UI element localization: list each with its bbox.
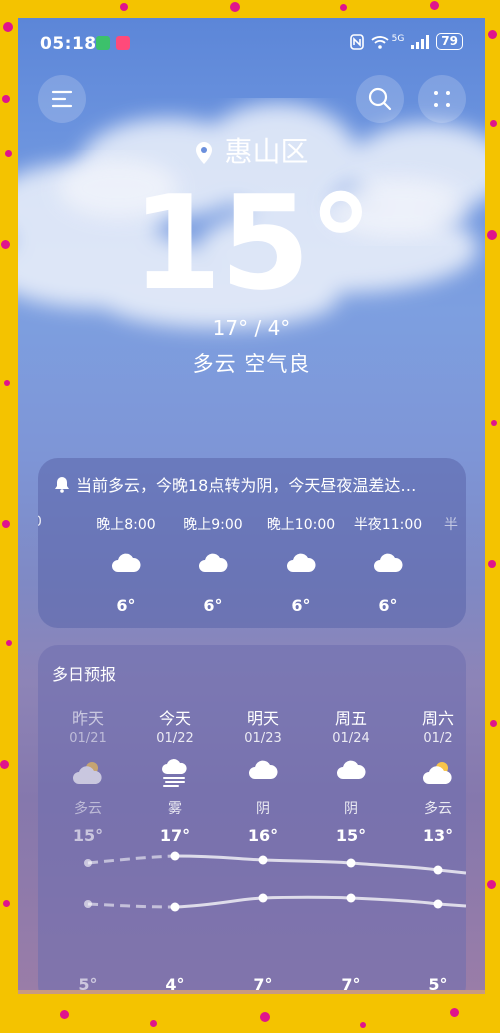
menu-icon (51, 90, 73, 108)
day-high: 17° (159, 826, 191, 845)
daily-item-today[interactable]: 今天 01/22 雾 17° (131, 705, 219, 845)
condition-air-quality[interactable]: 多云 空气良 (18, 348, 485, 378)
status-bar: 05:18 5G 79 (18, 18, 485, 64)
daily-forecast-card[interactable]: 多日预报 昨天 01/21 多云 15° 今天 01/22 雾 17° 明天 0… (38, 645, 466, 994)
low-temp-point (346, 893, 356, 903)
hourly-time: 00 (38, 514, 58, 530)
low-temp-point (84, 900, 92, 908)
day-name: 今天 (158, 709, 191, 728)
high-temp-point (346, 858, 356, 868)
cloud-icon (374, 553, 403, 572)
day-condition: 多云 (74, 801, 102, 817)
hourly-item-partial-left: 00 (38, 514, 58, 530)
partly-cloudy-icon (73, 762, 102, 784)
hourly-item: 晚上8:00 6° (82, 514, 170, 615)
cloud-icon (112, 553, 141, 572)
hourly-time: 半 (444, 517, 458, 533)
wechat-notification-icon (96, 36, 110, 50)
day-name: 明天 (246, 709, 279, 728)
day-condition: 阴 (256, 801, 270, 817)
bottom-edge (18, 990, 485, 994)
hourly-time: 晚上10:00 (266, 517, 336, 533)
day-condition: 雾 (168, 801, 182, 817)
high-temp-point (433, 865, 443, 875)
weather-app-screen: 05:18 5G 79 惠山区 15° 17° / 4° 多云 空气良 当前多云… (18, 18, 485, 994)
search-button[interactable] (356, 75, 404, 123)
high-temp-line-past (87, 854, 176, 865)
daily-item-friday[interactable]: 周五 01/24 阴 15° (307, 705, 395, 845)
temperature-range: 17° / 4° (212, 316, 291, 340)
high-temp-line (174, 854, 466, 875)
cloud-icon (249, 760, 278, 779)
battery-level: 79 (436, 33, 463, 50)
location-pin-icon (196, 142, 213, 164)
day-high: 15° (335, 826, 367, 845)
location-name: 惠山区 (224, 135, 309, 168)
day-date: 01/24 (332, 731, 370, 746)
hourly-item: 半夜11:00 6° (344, 514, 432, 615)
high-temp-point (258, 855, 268, 865)
day-condition: 多云 (424, 801, 452, 817)
partly-cloudy-icon (423, 762, 452, 784)
bell-icon (55, 477, 69, 493)
day-name: 昨天 (71, 709, 104, 728)
day-name: 周六 (421, 709, 454, 728)
hourly-time: 晚上8:00 (96, 517, 156, 533)
daily-item-tomorrow[interactable]: 明天 01/23 阴 16° (219, 705, 307, 845)
cloud-icon (199, 553, 228, 572)
wifi-icon (370, 35, 389, 49)
day-date: 01/2 (423, 731, 453, 746)
hourly-temp: 6° (291, 596, 311, 615)
current-temperature: 15° (131, 167, 374, 319)
day-date: 01/21 (69, 731, 107, 746)
hourly-time: 晚上9:00 (183, 517, 243, 533)
hourly-temp: 6° (203, 596, 223, 615)
hourly-item: 晚上9:00 6° (169, 514, 257, 615)
daily-item-saturday[interactable]: 周六 01/2 多云 13° (394, 705, 466, 845)
signal-icon (411, 34, 430, 49)
hourly-forecast-card[interactable]: 当前多云，今晚18点转为阴，今天昼夜温差达… 00 晚上8:00 6° 晚上9:… (38, 458, 466, 628)
low-temp-point (170, 902, 180, 912)
more-button[interactable] (418, 75, 466, 123)
network-type: 5G (391, 33, 405, 44)
weather-alert[interactable]: 当前多云，今晚18点转为阴，今天昼夜温差达… (54, 472, 416, 496)
status-indicators: 5G 79 (349, 33, 463, 50)
day-date: 01/23 (244, 731, 282, 746)
app-notification-icon (116, 36, 130, 50)
hourly-item: 晚上10:00 6° (257, 514, 345, 615)
low-temp-point (433, 899, 443, 909)
day-high: 15° (72, 826, 104, 845)
location[interactable]: 惠山区 (18, 130, 485, 170)
hourly-temp: 6° (116, 596, 136, 615)
high-temp-point (170, 851, 180, 861)
hourly-item-partial-right: 半 (438, 514, 466, 534)
alert-text: 当前多云，今晚18点转为阴，今天昼夜温差达… (76, 476, 417, 495)
menu-button[interactable] (38, 75, 86, 123)
low-temp-line-past (87, 902, 176, 909)
nfc-icon (349, 33, 364, 50)
low-temp-line (174, 895, 466, 909)
daily-item-yesterday[interactable]: 昨天 01/21 多云 15° (44, 705, 132, 845)
day-condition: 阴 (344, 801, 358, 817)
day-high: 13° (422, 826, 454, 845)
low-temp-point (258, 893, 268, 903)
more-dots-icon (434, 91, 450, 107)
day-high: 16° (247, 826, 279, 845)
day-name: 周五 (334, 709, 367, 728)
search-icon (368, 87, 392, 111)
high-temp-point (84, 859, 92, 867)
fog-icon (162, 759, 187, 787)
hourly-temp: 6° (378, 596, 398, 615)
hourly-time: 半夜11:00 (353, 517, 423, 533)
cloud-icon (287, 553, 316, 572)
day-date: 01/22 (156, 731, 194, 746)
status-time: 05:18 (40, 34, 97, 54)
cloud-icon (337, 760, 366, 779)
